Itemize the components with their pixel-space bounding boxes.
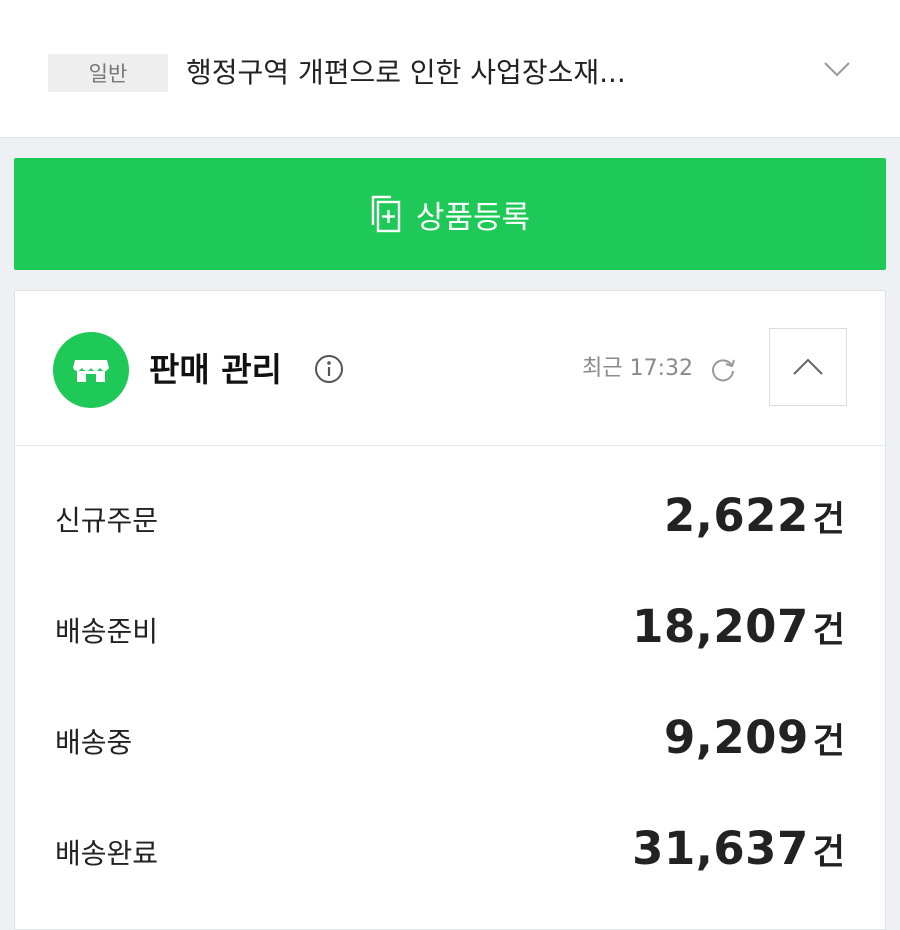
stat-unit: 건 xyxy=(812,500,845,540)
register-product-label: 상품등록 xyxy=(415,199,531,236)
stat-row-preparing[interactable]: 배송준비 18,207 건 xyxy=(15,582,885,682)
refresh-icon[interactable] xyxy=(707,353,739,385)
stat-label: 배송완료 xyxy=(55,837,159,870)
chevron-down-icon[interactable] xyxy=(820,52,854,86)
chevron-up-icon xyxy=(793,358,823,375)
stat-label: 신규주문 xyxy=(55,504,159,537)
add-document-icon xyxy=(371,195,401,233)
stat-row-delivered[interactable]: 배송완료 31,637 건 xyxy=(15,804,885,904)
notice-category-badge: 일반 xyxy=(48,54,168,92)
stat-value: 31,637 xyxy=(632,822,809,875)
stat-unit: 건 xyxy=(812,611,845,651)
stat-value: 2,622 xyxy=(663,489,809,542)
notice-bar[interactable]: 일반 행정구역 개편으로 인한 사업장소재... xyxy=(0,0,900,138)
register-product-button[interactable]: 상품등록 xyxy=(14,158,886,270)
stat-row-shipping[interactable]: 배송중 9,209 건 xyxy=(15,693,885,793)
last-updated-time: 최근 17:32 xyxy=(582,356,693,381)
stat-unit: 건 xyxy=(812,833,845,873)
collapse-button[interactable] xyxy=(769,328,847,406)
stat-row-new-orders[interactable]: 신규주문 2,622 건 xyxy=(15,471,885,571)
stat-value: 18,207 xyxy=(632,600,809,653)
sales-management-header: 판매 관리 최근 17:32 xyxy=(15,291,885,446)
stat-unit: 건 xyxy=(812,722,845,762)
sales-management-card: 판매 관리 최근 17:32 신규주문 2,622 건 배송준비 18,207 … xyxy=(14,290,886,930)
card-title: 판매 관리 xyxy=(149,350,282,389)
stat-label: 배송중 xyxy=(55,726,133,759)
info-icon[interactable] xyxy=(313,353,345,385)
store-icon xyxy=(53,332,129,408)
stat-value: 9,209 xyxy=(663,711,809,764)
stat-label: 배송준비 xyxy=(55,615,159,648)
notice-title[interactable]: 행정구역 개편으로 인한 사업장소재... xyxy=(186,50,776,96)
